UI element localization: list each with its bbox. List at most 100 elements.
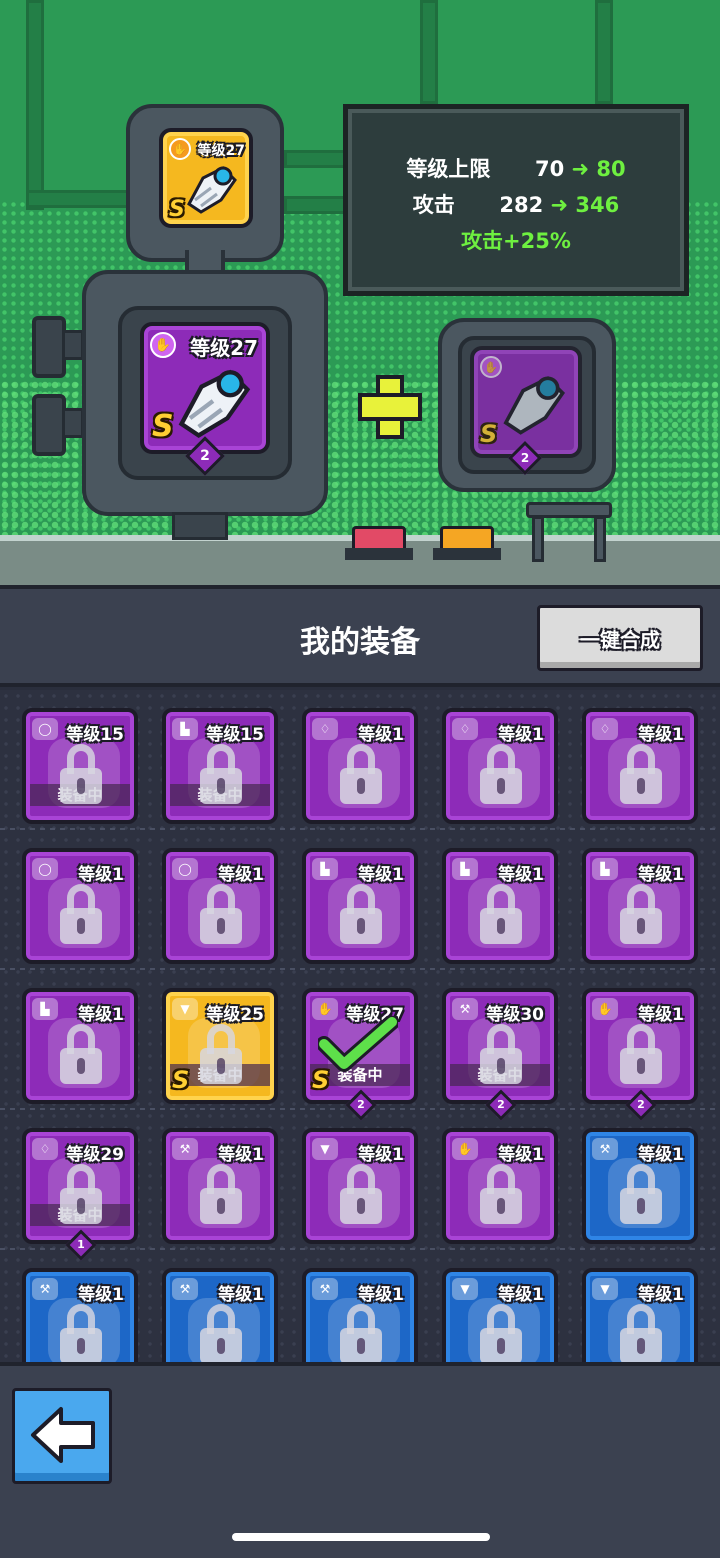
equipment-cell[interactable]: ⚒ 等级1 bbox=[162, 1128, 278, 1244]
item-level: 等级1 bbox=[358, 725, 404, 745]
item-level: 等级1 bbox=[358, 865, 404, 885]
ring-icon: ♢ bbox=[592, 718, 618, 740]
pipe bbox=[26, 0, 44, 210]
attack-to: 346 bbox=[575, 193, 620, 217]
grade-s-badge: S bbox=[480, 420, 498, 448]
level-cap-row: 等级上限 70 ➜ 80 bbox=[348, 153, 684, 183]
grade-s-badge: S bbox=[172, 1066, 190, 1094]
bottom-bar bbox=[0, 1362, 720, 1558]
equipment-cell[interactable]: ♢ 等级1 bbox=[302, 708, 418, 824]
boot-icon: ▙ bbox=[32, 998, 58, 1020]
attack-label: 攻击 bbox=[412, 193, 455, 217]
preview-level: 等级27 bbox=[197, 143, 245, 159]
attack-bonus: 攻击+25% bbox=[461, 229, 571, 253]
equipment-cell[interactable]: ▼ 等级1 bbox=[302, 1128, 418, 1244]
belt-icon: ◯ bbox=[32, 858, 58, 880]
equipment-cell[interactable]: ▙ 等级1 bbox=[582, 848, 698, 964]
item-level: 等级1 bbox=[638, 865, 684, 885]
belt-icon: ◯ bbox=[172, 858, 198, 880]
pipe bbox=[595, 0, 613, 104]
lock-icon bbox=[480, 1304, 522, 1362]
attack-from: 282 bbox=[499, 193, 544, 217]
equipment-grid: ◯等级15装备中▙等级15装备中♢等级1♢等级1♢等级1◯等级1◯等级1▙等级1… bbox=[0, 690, 720, 1362]
auto-merge-button[interactable]: 一键合成 bbox=[537, 605, 703, 671]
lock-icon bbox=[620, 884, 662, 946]
grade-s-badge: S bbox=[169, 197, 185, 222]
button-base bbox=[433, 548, 501, 560]
equipment-cell[interactable]: ⚒等级30装备中2 bbox=[442, 988, 558, 1121]
lock-icon bbox=[200, 884, 242, 946]
glove-icon: ✋ bbox=[452, 1138, 478, 1160]
item-level: 等级1 bbox=[78, 865, 124, 885]
weapon-icon: ⚒ bbox=[172, 1138, 198, 1160]
upgrade-preview-item[interactable]: ✋ 等级27 S bbox=[159, 128, 253, 228]
armor-icon: ▼ bbox=[172, 998, 198, 1020]
equipment-cell[interactable]: ⚒ 等级1 bbox=[22, 1268, 138, 1362]
lock-icon bbox=[480, 744, 522, 806]
star-count: 2 bbox=[357, 1098, 365, 1111]
level-cap-to: 80 bbox=[596, 157, 626, 181]
lock-icon bbox=[340, 1304, 382, 1362]
belt-icon: ◯ bbox=[32, 718, 58, 740]
item-level: 等级1 bbox=[498, 1285, 544, 1305]
pipe bbox=[26, 190, 136, 208]
main-item-card[interactable]: ✋ 等级27 S bbox=[140, 322, 270, 454]
machine-connector bbox=[62, 408, 84, 438]
row-divider bbox=[0, 968, 720, 970]
equipment-cell[interactable]: ✋ 等级27 装备中 S 2 bbox=[302, 988, 418, 1121]
item-level: 等级1 bbox=[218, 1145, 264, 1165]
equipment-header: 我的装备 一键合成 bbox=[0, 585, 720, 687]
attack-row: 攻击 282 ➜ 346 bbox=[348, 189, 684, 219]
equipment-cell[interactable]: ⚒ 等级1 bbox=[302, 1268, 418, 1362]
equipment-cell[interactable]: ▙ 等级1 bbox=[302, 848, 418, 964]
main-item-level: 等级27 bbox=[190, 336, 258, 360]
equipment-cell[interactable]: ▙等级15装备中 bbox=[162, 708, 278, 824]
equipment-cell[interactable]: ▙ 等级1 bbox=[22, 988, 138, 1104]
equipment-cell[interactable]: ♢ 等级1 bbox=[582, 708, 698, 824]
stool-leg bbox=[532, 516, 544, 562]
pipe bbox=[420, 0, 438, 104]
machine-connector bbox=[62, 330, 84, 360]
plus-icon bbox=[358, 375, 422, 439]
equipment-cell[interactable]: ▼等级25装备中S bbox=[162, 988, 278, 1104]
equipment-cell[interactable]: ◯ 等级1 bbox=[162, 848, 278, 964]
star-count: 2 bbox=[200, 448, 210, 464]
machine-bolt bbox=[32, 394, 66, 456]
equipment-cell[interactable]: ♢等级29装备中1 bbox=[22, 1128, 138, 1261]
equipment-cell[interactable]: ⚒ 等级1 bbox=[582, 1128, 698, 1244]
lock-icon bbox=[200, 1024, 242, 1086]
arrow-left-icon bbox=[31, 1407, 95, 1463]
stool-leg bbox=[594, 516, 606, 562]
lock-icon bbox=[620, 1164, 662, 1226]
lock-icon bbox=[60, 1164, 102, 1226]
equipment-cell[interactable]: ✋ 等级1 bbox=[442, 1128, 558, 1244]
row-divider bbox=[0, 1248, 720, 1250]
equipment-cell[interactable]: ▼ 等级1 bbox=[442, 1268, 558, 1362]
item-level: 等级1 bbox=[638, 1145, 684, 1165]
equipment-cell[interactable]: ▼ 等级1 bbox=[582, 1268, 698, 1362]
equipment-cell[interactable]: ◯ 等级1 bbox=[22, 848, 138, 964]
lock-icon bbox=[60, 1024, 102, 1086]
ring-icon: ♢ bbox=[32, 1138, 58, 1160]
lock-icon bbox=[340, 744, 382, 806]
equipment-cell[interactable]: ⚒ 等级1 bbox=[162, 1268, 278, 1362]
item-level: 等级1 bbox=[638, 1005, 684, 1025]
ring-icon: ♢ bbox=[452, 718, 478, 740]
equipment-cell[interactable]: ◯等级15装备中 bbox=[22, 708, 138, 824]
glove-icon: ✋ bbox=[592, 998, 618, 1020]
back-button[interactable] bbox=[12, 1388, 112, 1484]
item-level: 等级1 bbox=[218, 865, 264, 885]
level-cap-label: 等级上限 bbox=[406, 157, 491, 181]
lock-icon bbox=[200, 1164, 242, 1226]
lock-icon bbox=[480, 1024, 522, 1086]
grade-s-badge: S bbox=[152, 409, 174, 444]
gauntlet-icon bbox=[503, 376, 566, 435]
lock-icon bbox=[60, 884, 102, 946]
item-level: 等级1 bbox=[638, 1285, 684, 1305]
row-divider bbox=[0, 828, 720, 830]
equipment-cell[interactable]: ♢ 等级1 bbox=[442, 708, 558, 824]
equipment-cell[interactable]: ▙ 等级1 bbox=[442, 848, 558, 964]
checkmark-icon bbox=[318, 1016, 398, 1072]
lock-icon bbox=[340, 884, 382, 946]
equipment-cell[interactable]: ✋ 等级1 2 bbox=[582, 988, 698, 1121]
